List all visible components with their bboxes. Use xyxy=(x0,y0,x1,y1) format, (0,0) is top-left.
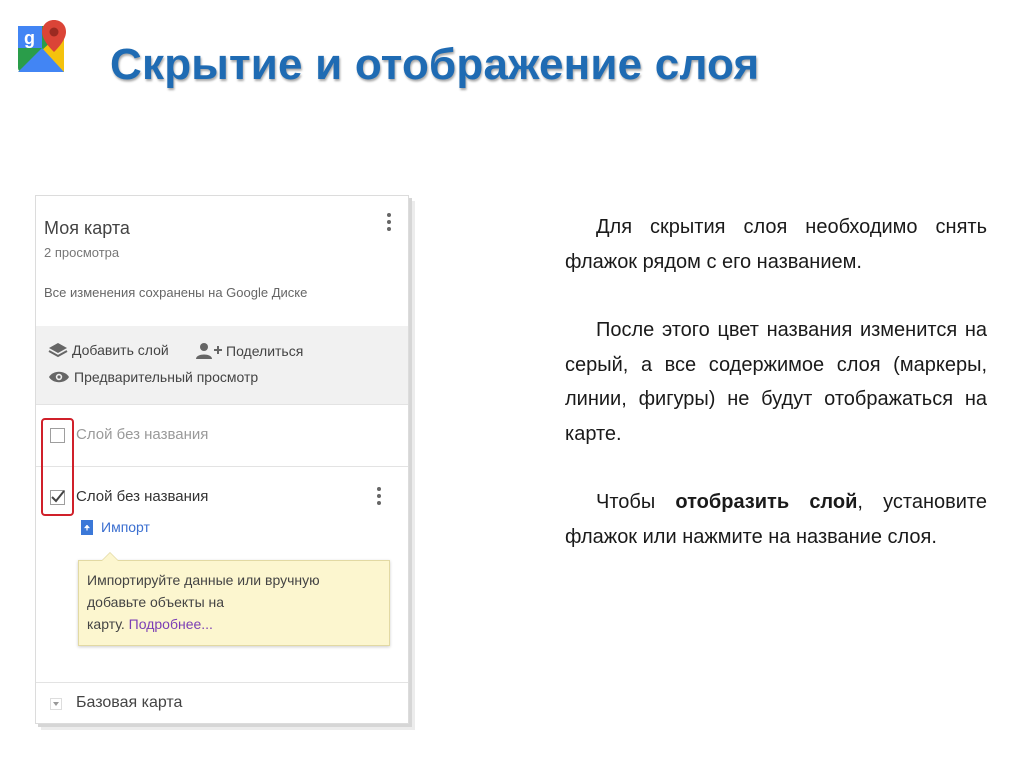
panel-header: Моя карта 2 просмотра Все изменения сохр… xyxy=(36,196,408,326)
tooltip-line: добавьте объекты на xyxy=(87,594,225,610)
layer-options-menu-icon[interactable] xyxy=(377,487,381,508)
paragraph-show: Чтобы отобразить слой, установите флажок… xyxy=(565,485,987,554)
learn-more-link[interactable]: Подробнее... xyxy=(129,616,213,632)
google-my-maps-icon: g xyxy=(18,20,66,72)
preview-label: Предварительный просмотр xyxy=(74,369,259,385)
divider xyxy=(36,466,408,467)
import-link[interactable]: Импорт xyxy=(81,519,150,535)
map-title[interactable]: Моя карта xyxy=(44,218,130,239)
add-layer-label: Добавить слой xyxy=(72,342,169,358)
divider xyxy=(36,682,408,683)
slide-title: Скрытие и отображение слоя xyxy=(110,40,760,89)
checkbox-highlight-frame xyxy=(41,418,74,516)
add-layer-button[interactable]: Добавить слой xyxy=(48,342,169,358)
instructions-text: Для скрытия слоя необходимо снять флажок… xyxy=(565,210,987,554)
tooltip-line: Импортируйте данные или вручную xyxy=(87,572,320,588)
import-file-icon xyxy=(81,519,93,535)
import-label: Импорт xyxy=(101,519,150,535)
share-button[interactable]: Поделиться xyxy=(196,342,303,360)
tooltip-line-prefix: карту. xyxy=(87,616,125,632)
share-label: Поделиться xyxy=(226,343,304,359)
paragraph-hide: Для скрытия слоя необходимо снять флажок… xyxy=(565,216,987,273)
p3-lead: Чтобы xyxy=(596,491,656,513)
layers-icon xyxy=(48,343,68,358)
basemap-row[interactable]: Базовая карта xyxy=(36,686,408,723)
tooltip-line: карту. Подробнее... xyxy=(87,613,381,635)
paragraph-effect: После этого цвет названия изменится на с… xyxy=(565,319,987,445)
map-options-menu-icon[interactable] xyxy=(387,213,391,234)
expand-arrow-icon[interactable] xyxy=(50,698,62,710)
preview-button[interactable]: Предварительный просмотр xyxy=(48,369,258,385)
emphasis-show-layer: отобразить слой xyxy=(675,491,858,513)
basemap-label: Базовая карта xyxy=(76,694,183,711)
saved-status: Все изменения сохранены на Google Диске xyxy=(44,285,308,300)
layer-name[interactable]: Слой без названия xyxy=(76,426,208,443)
layer-row-visible[interactable]: Слой без названия xyxy=(36,479,408,519)
views-count: 2 просмотра xyxy=(44,245,120,260)
layer-row-hidden[interactable]: Слой без названия xyxy=(36,416,408,456)
panel-actions: Добавить слой Поделиться Предварительный… xyxy=(36,326,408,404)
eye-icon xyxy=(49,371,69,383)
svg-text:g: g xyxy=(24,28,35,48)
add-person-icon xyxy=(196,343,222,359)
import-tooltip: Импортируйте данные или вручную добавьте… xyxy=(78,552,390,646)
divider xyxy=(36,404,408,405)
layer-name[interactable]: Слой без названия xyxy=(76,488,208,505)
my-maps-panel: Моя карта 2 просмотра Все изменения сохр… xyxy=(35,195,409,724)
